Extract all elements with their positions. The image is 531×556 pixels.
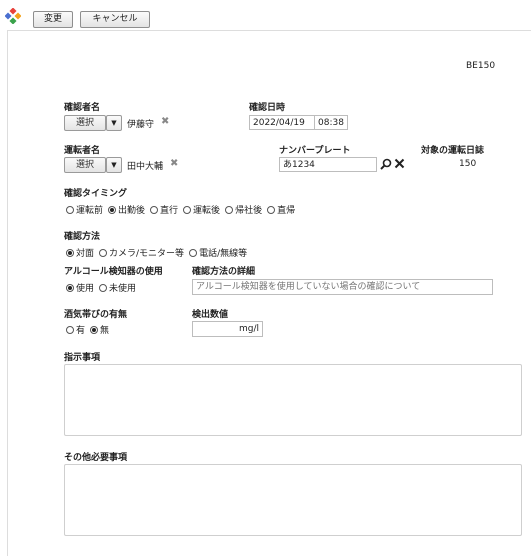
target-log-label: 対象の運転日誌 [421,146,485,156]
radio-option[interactable]: 対面 [66,246,94,259]
confirm-datetime-label: 確認日時 [249,103,286,113]
detector-use-radio-group: 使用 未使用 [66,281,141,294]
radio-label: 出勤後 [118,206,146,216]
radio-button[interactable] [66,206,74,214]
number-plate-label: ナンバープレート [279,146,351,156]
other-notes-textarea[interactable] [64,464,522,536]
drunk-radio-group: 有無 [66,323,114,336]
radio-option[interactable]: 無 [90,323,109,336]
change-button[interactable]: 変更 [33,11,73,28]
close-icon[interactable]: ✖ [170,158,178,169]
toolbar: 変更 キャンセル [0,0,531,30]
radio-option[interactable]: 直行 [150,203,178,216]
timing-radio-group: 運転前 出勤後 直行 運転後 帰社後 直帰 [66,203,300,216]
radio-option[interactable]: カメラ/モニター等 [99,246,184,259]
detected-value-label: 検出数値 [192,310,229,320]
method-label: 確認方法 [64,232,101,242]
radio-label: 電話/無線等 [199,249,248,259]
radio-option[interactable]: 電話/無線等 [189,246,247,259]
radio-option[interactable]: 直帰 [267,203,295,216]
instructions-label: 指示事項 [64,353,101,363]
radio-label: 運転前 [76,206,104,216]
radio-button[interactable] [66,284,74,292]
method-detail-label: 確認方法の詳細 [192,267,256,277]
search-icon[interactable] [380,158,392,170]
detected-value-input[interactable]: mg/l [192,321,263,337]
driver-select-button[interactable]: 選択 [64,157,106,173]
radio-button[interactable] [66,326,74,334]
driver-value: 田中大輔 [127,162,164,172]
radio-option[interactable]: 出勤後 [108,203,145,216]
radio-button[interactable] [150,206,159,214]
radio-label: 直行 [160,206,179,216]
radio-button[interactable] [267,206,276,214]
confirmer-label: 確認者名 [64,103,101,113]
detector-use-label: アルコール検知器の使用 [64,267,163,277]
instructions-textarea[interactable] [64,364,522,436]
radio-button[interactable] [108,206,117,214]
radio-button[interactable] [189,249,198,257]
detected-value-unit: mg/l [238,324,259,334]
number-plate-input[interactable]: あ1234 [279,157,377,172]
method-radio-group: 対面 カメラ/モニター等 電話/無線等 [66,246,252,259]
radio-option[interactable]: 未使用 [99,281,136,294]
radio-label: 使用 [76,284,95,294]
radio-label: 直帰 [277,206,296,216]
radio-option[interactable]: 運転前 [66,203,103,216]
radio-option[interactable]: 使用 [66,281,94,294]
radio-button[interactable] [225,206,234,214]
radio-label: カメラ/モニター等 [109,249,185,259]
method-detail-input[interactable] [192,279,493,295]
radio-label: 帰社後 [235,206,263,216]
app-logo-icon [5,8,21,24]
radio-label: 対面 [76,249,95,259]
radio-label: 有 [76,326,86,336]
drunk-label: 酒気帯びの有無 [64,310,128,320]
driver-label: 運転者名 [64,146,101,156]
radio-label: 未使用 [109,284,137,294]
radio-option[interactable]: 帰社後 [225,203,262,216]
target-log-value: 150 [459,159,477,169]
record-id: BE150 [466,61,496,71]
radio-button[interactable] [99,249,108,257]
radio-button[interactable] [66,249,74,257]
radio-option[interactable]: 運転後 [183,203,220,216]
chevron-down-icon[interactable]: ▼ [106,157,122,173]
radio-label: 無 [100,326,110,336]
confirmer-select-button[interactable]: 選択 [64,115,106,131]
radio-button[interactable] [99,284,108,292]
other-notes-label: その他必要事項 [64,453,128,463]
radio-option[interactable]: 有 [66,323,85,336]
radio-button[interactable] [90,326,99,334]
close-icon[interactable]: ✖ [161,116,169,127]
confirm-time-input[interactable]: 08:38 [314,115,348,130]
chevron-down-icon[interactable]: ▼ [106,115,122,131]
close-icon[interactable] [394,158,405,169]
cancel-button[interactable]: キャンセル [80,11,150,28]
confirmer-value: 伊藤守 [127,120,155,130]
confirm-date-input[interactable]: 2022/04/19 [249,115,315,130]
radio-button[interactable] [183,206,192,214]
timing-label: 確認タイミング [64,189,128,199]
radio-label: 運転後 [193,206,221,216]
